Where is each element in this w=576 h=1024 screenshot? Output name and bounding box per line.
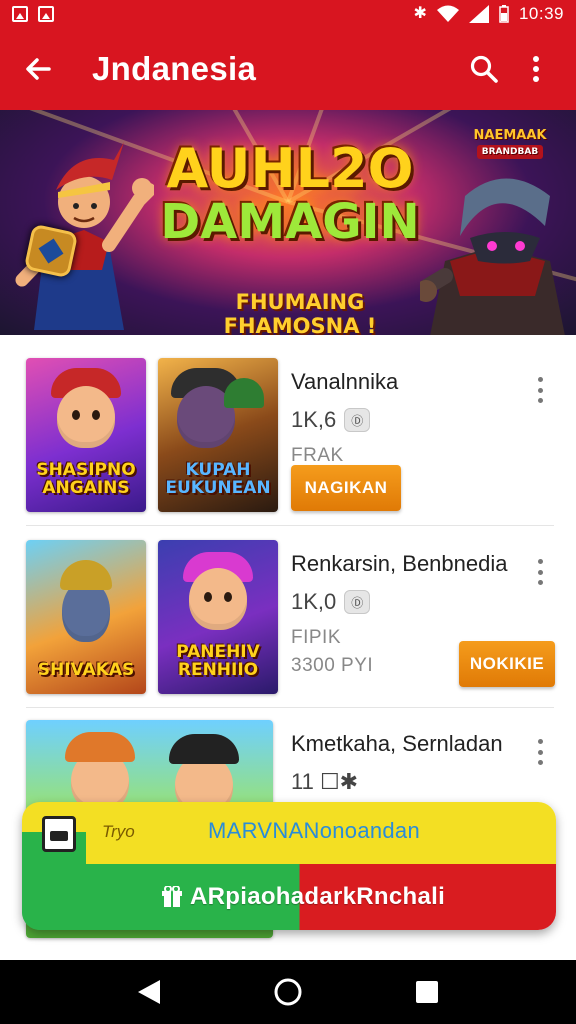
image-icon [12, 6, 28, 22]
promo-small-label: Tryo [102, 822, 135, 841]
app-thumbnail[interactable]: SHIVAKAS [26, 540, 146, 694]
screen: ✱ 10:39 Jndanesia AUHL2O DAMAGIN FHUMAIN… [0, 0, 576, 1024]
rating-chip-icon: Ⓓ [344, 590, 371, 614]
hero-character-right [420, 178, 565, 335]
status-bar: ✱ 10:39 [0, 0, 576, 28]
image-icon [38, 6, 54, 22]
battery-icon [499, 5, 509, 23]
more-vert-icon[interactable] [530, 735, 550, 769]
recents-square-icon[interactable] [402, 967, 452, 1017]
clock: 10:39 [518, 4, 564, 23]
app-info: Kmetkaha, Sernladan 11 ☐✱ [291, 731, 503, 795]
rating-chip-icon: Ⓓ [344, 408, 371, 432]
wifi-icon [436, 5, 459, 22]
app-info: Vanalnnika 1K,6 Ⓓ FRAK [291, 369, 398, 467]
back-arrow-icon[interactable] [18, 49, 58, 89]
card-icon [42, 816, 76, 852]
promo-banner[interactable]: Tryo MARVNANonoandan ARpiaohadarkRnchali [22, 802, 556, 930]
app-rating: 1K,6 Ⓓ [291, 407, 398, 433]
featured-banner[interactable]: AUHL2O DAMAGIN FHUMAING FHAMOSNA ! NAEMA… [0, 110, 576, 335]
install-button[interactable]: NOKIKIE [459, 641, 555, 687]
install-button[interactable]: NAGIKAN [291, 465, 401, 511]
home-circle-icon[interactable] [263, 967, 313, 1017]
app-thumbnail[interactable]: SHASIPNO ANGAINS [26, 358, 146, 512]
page-title: Jndanesia [92, 50, 257, 87]
divider [26, 707, 554, 708]
app-name: Renkarsin, Benbnedia [291, 551, 508, 576]
banner-subtitle: FHUMAING FHAMOSNA ! [223, 290, 377, 335]
more-vert-icon[interactable] [514, 47, 558, 91]
promo-line2: ARpiaohadarkRnchali [190, 883, 446, 910]
more-vert-icon[interactable] [530, 373, 550, 407]
app-rating: 1K,0 Ⓓ [291, 589, 507, 615]
app-rating: 11 ☐✱ [291, 769, 359, 794]
shield-emblem-icon [23, 223, 79, 279]
signal-icon [468, 5, 489, 23]
banner-badge: NAEMAAK BRANDBAB [473, 128, 547, 159]
app-thumbnail[interactable]: KUPAH EUKUNEAN [158, 358, 278, 512]
divider [26, 525, 554, 526]
search-icon[interactable] [462, 47, 506, 91]
app-bar: Jndanesia [0, 28, 576, 110]
list-item[interactable]: SHIVAKAS PANEHIV RENHIIO Renkarsin, Benb… [0, 537, 576, 717]
back-triangle-icon[interactable] [124, 967, 174, 1017]
app-meta: FRAK [291, 445, 344, 466]
banner-title: AUHL2O DAMAGIN [160, 137, 420, 250]
system-nav-bar [0, 960, 576, 1024]
list-item[interactable]: SHASIPNO ANGAINS KUPAH EUKUNEAN Vanalnni… [0, 355, 576, 535]
bluetooth-icon: ✱ [413, 5, 427, 22]
app-thumbnail[interactable]: PANEHIV RENHIIO [158, 540, 278, 694]
gift-icon [162, 886, 182, 907]
more-vert-icon[interactable] [530, 555, 550, 589]
promo-line1: MARVNANonoandan [208, 818, 420, 843]
app-name: Kmetkaha, Sernladan [291, 731, 503, 756]
app-name: Vanalnnika [291, 369, 399, 394]
